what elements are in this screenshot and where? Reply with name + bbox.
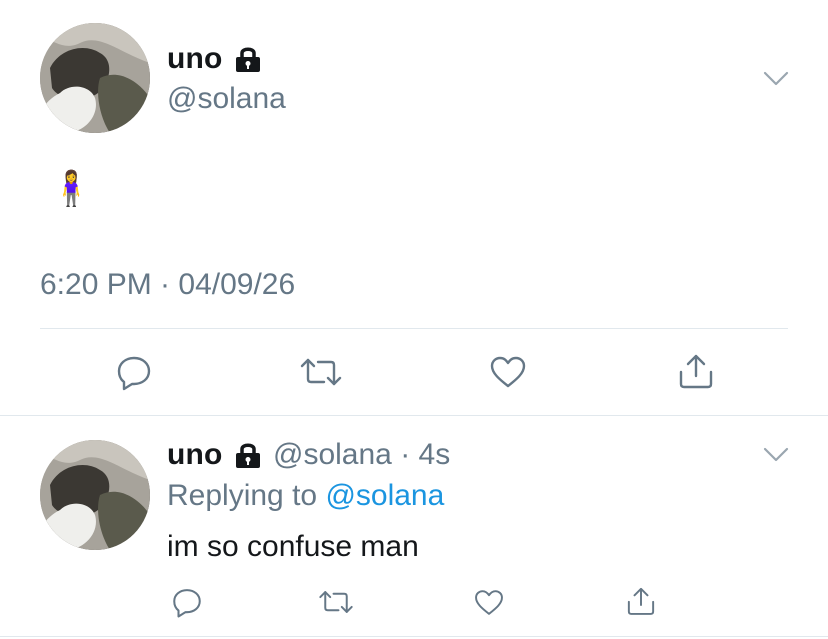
meta-separator: ·	[400, 438, 411, 471]
retweet-icon[interactable]	[317, 585, 355, 619]
tweet-timestamp[interactable]: 6:20 PM · 04/09/26	[40, 268, 295, 302]
reply-handle[interactable]: @solana	[273, 438, 392, 471]
chevron-down-icon[interactable]	[762, 70, 790, 88]
display-name[interactable]: uno	[167, 42, 223, 76]
tweet-content-emoji: 🧍‍♀️	[50, 170, 93, 208]
reply-text: im so confuse man	[167, 530, 419, 563]
reply-icon[interactable]	[170, 585, 204, 619]
share-icon[interactable]	[675, 350, 717, 392]
reply-handle-line: @solana · 4s	[273, 438, 450, 472]
heart-icon[interactable]	[472, 586, 506, 619]
divider	[40, 328, 788, 329]
retweet-icon[interactable]	[298, 352, 344, 392]
heart-icon[interactable]	[487, 352, 529, 392]
lock-icon	[233, 441, 263, 469]
replying-to-mention[interactable]: @solana	[325, 479, 444, 512]
reply-age[interactable]: 4s	[419, 438, 451, 471]
reply-icon[interactable]	[114, 352, 154, 392]
avatar[interactable]	[40, 440, 150, 550]
avatar-photo	[40, 440, 150, 550]
replying-to-prefix: Replying to	[167, 479, 326, 512]
avatar[interactable]	[40, 23, 150, 133]
chevron-down-icon[interactable]	[762, 446, 790, 464]
user-handle[interactable]: @solana	[167, 82, 286, 116]
divider	[0, 415, 828, 416]
share-icon[interactable]	[624, 584, 658, 618]
reply-display-name[interactable]: uno	[167, 438, 223, 472]
lock-icon	[233, 45, 263, 73]
replying-to-line: Replying to @solana	[167, 479, 444, 513]
divider	[0, 636, 828, 637]
avatar-photo	[40, 23, 150, 133]
